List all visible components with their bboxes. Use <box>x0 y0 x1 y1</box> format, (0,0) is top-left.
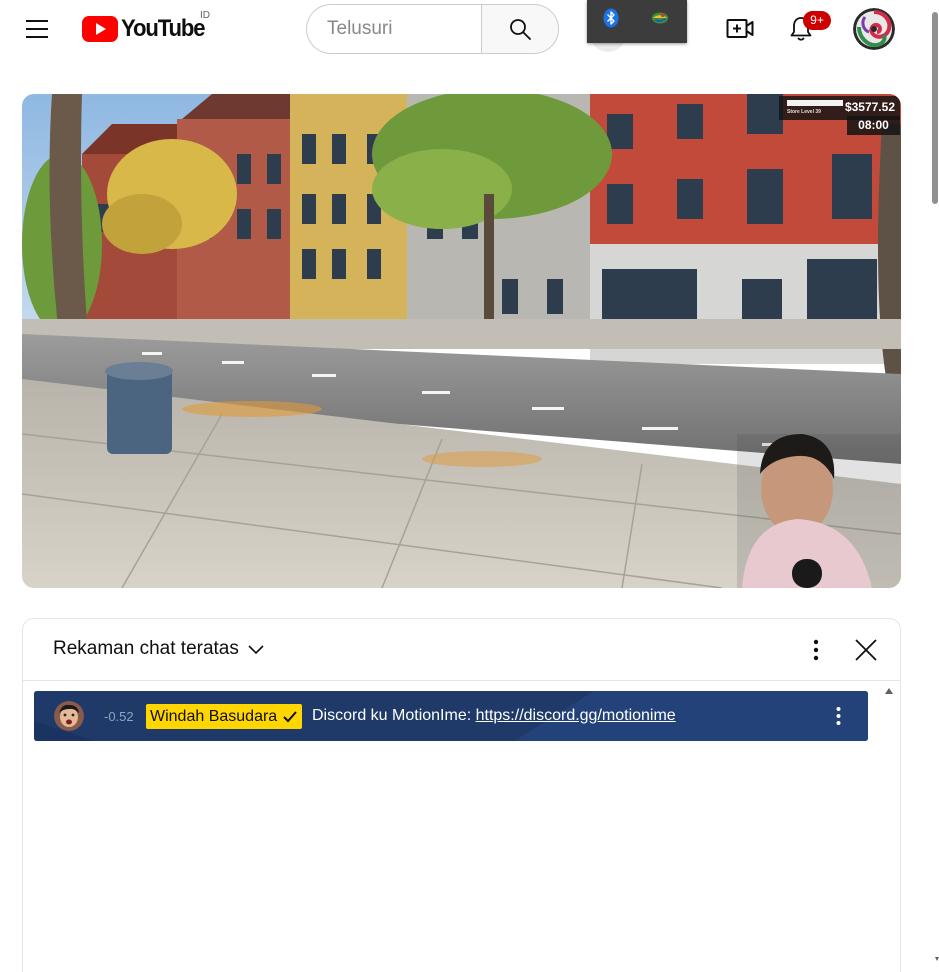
user-avatar[interactable] <box>853 8 895 50</box>
scroll-down-arrow-icon[interactable] <box>935 956 939 962</box>
hamburger-menu-icon <box>26 20 48 22</box>
logo-text: YouTube <box>121 15 206 42</box>
discord-link[interactable]: https://discord.gg/motionime <box>476 707 676 724</box>
checkmark-icon <box>283 710 297 722</box>
chat-close-button[interactable] <box>849 633 883 667</box>
search-box <box>306 4 559 54</box>
chat-mode-label: Rekaman chat teratas <box>53 638 239 659</box>
youtube-play-icon <box>82 16 118 42</box>
video-player[interactable]: Store Level 39 $3577.52 08:00 <box>22 94 901 588</box>
create-button[interactable] <box>719 8 761 50</box>
network-globe-icon[interactable] <box>650 8 670 28</box>
youtube-page: YouTube ID Telusuri 9+ Store Level 39 $3… <box>0 0 939 972</box>
message-more-options-button[interactable] <box>828 703 848 729</box>
search-button[interactable] <box>481 4 559 54</box>
message-timestamp: -0.52 <box>104 709 134 724</box>
store-level-progress <box>787 100 843 106</box>
scrollbar-thumb[interactable] <box>932 12 938 204</box>
pinned-message: -0.52 Windah Basudara Discord ku MotionI… <box>34 691 868 741</box>
money-amount: $3577.52 <box>844 100 895 114</box>
video-create-icon <box>726 19 754 38</box>
region-code: ID <box>200 10 210 21</box>
search-icon <box>510 19 531 40</box>
system-tray-popup <box>587 0 687 43</box>
bluetooth-icon[interactable] <box>601 8 621 28</box>
page-scrollbar[interactable] <box>930 0 939 972</box>
youtube-logo[interactable]: YouTube <box>82 14 212 44</box>
video-frame <box>22 94 901 588</box>
live-chat-replay: Rekaman chat teratas -0.52 Windah Basuda… <box>22 618 901 972</box>
chat-more-options-button[interactable] <box>801 633 831 667</box>
chat-scroll-up-arrow-icon[interactable] <box>884 687 894 695</box>
more-vert-icon <box>836 707 840 725</box>
message-content: Discord ku MotionIme: https://discord.gg… <box>312 707 676 725</box>
guide-menu-button[interactable] <box>15 7 59 51</box>
author-name: Windah Basudara <box>150 707 278 725</box>
notification-count-badge: 9+ <box>803 11 831 30</box>
game-clock: 08:00 <box>847 116 900 135</box>
store-level-label: Store Level 39 <box>787 109 821 115</box>
more-vert-icon <box>813 639 819 661</box>
masthead: YouTube ID Telusuri 9+ <box>0 0 939 58</box>
search-input[interactable] <box>306 4 481 54</box>
close-icon <box>855 639 877 661</box>
chat-header: Rekaman chat teratas <box>23 619 900 681</box>
author-name-badge[interactable]: Windah Basudara <box>146 704 303 729</box>
message-text: Discord ku MotionIme: <box>312 707 476 724</box>
chevron-down-icon <box>248 645 264 655</box>
chat-mode-dropdown[interactable]: Rekaman chat teratas <box>53 638 265 660</box>
pinned-author-avatar[interactable] <box>54 701 84 731</box>
